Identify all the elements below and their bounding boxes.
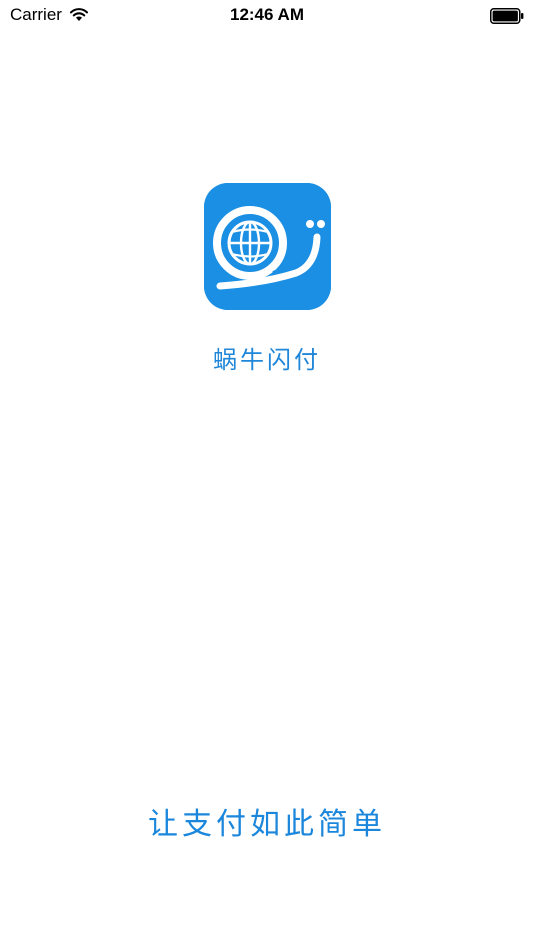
app-name: 蜗牛闪付 xyxy=(213,346,321,374)
status-time: 12:46 AM xyxy=(229,5,304,24)
app-slogan: 让支付如此简单 xyxy=(148,807,386,842)
status-bar: Carrier 12:46 AM xyxy=(0,0,534,30)
battery-icon xyxy=(490,8,524,24)
snail-globe-logo-icon xyxy=(204,183,331,310)
